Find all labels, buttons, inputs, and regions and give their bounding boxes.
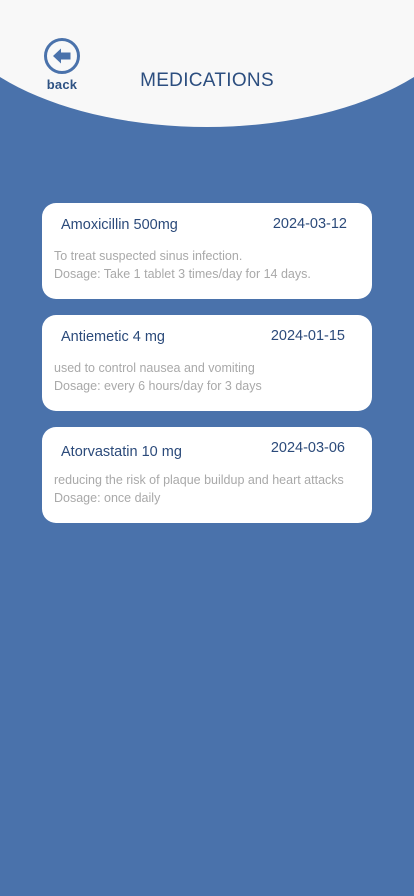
medication-description: reducing the risk of plaque buildup and … <box>54 473 344 487</box>
medication-date: 2024-03-06 <box>270 440 345 456</box>
medication-card[interactable]: Amoxicillin 500mg 2024-03-12 To treat su… <box>42 203 372 299</box>
page-title: MEDICATIONS <box>140 70 274 91</box>
medication-date: 2024-03-12 <box>272 216 347 232</box>
medication-dosage: Dosage: every 6 hours/day for 3 days <box>54 379 262 393</box>
medication-date: 2024-01-15 <box>270 328 345 344</box>
medication-name: Antiemetic 4 mg <box>61 329 165 345</box>
medication-description: used to control nausea and vomiting <box>54 361 255 375</box>
medication-card[interactable]: Antiemetic 4 mg 2024-01-15 used to contr… <box>42 315 372 411</box>
medication-dosage: Dosage: once daily <box>54 491 161 505</box>
medication-description: To treat suspected sinus infection. <box>54 249 243 263</box>
medication-card[interactable]: Atorvastatin 10 mg 2024-03-06 reducing t… <box>42 427 372 523</box>
medication-name: Atorvastatin 10 mg <box>61 444 182 460</box>
medications-screen: back MEDICATIONS Amoxicillin 500mg 2024-… <box>0 0 414 896</box>
medication-list: Amoxicillin 500mg 2024-03-12 To treat su… <box>42 203 372 539</box>
medication-dosage: Dosage: Take 1 tablet 3 times/day for 14… <box>54 267 311 281</box>
medication-name: Amoxicillin 500mg <box>61 217 178 233</box>
